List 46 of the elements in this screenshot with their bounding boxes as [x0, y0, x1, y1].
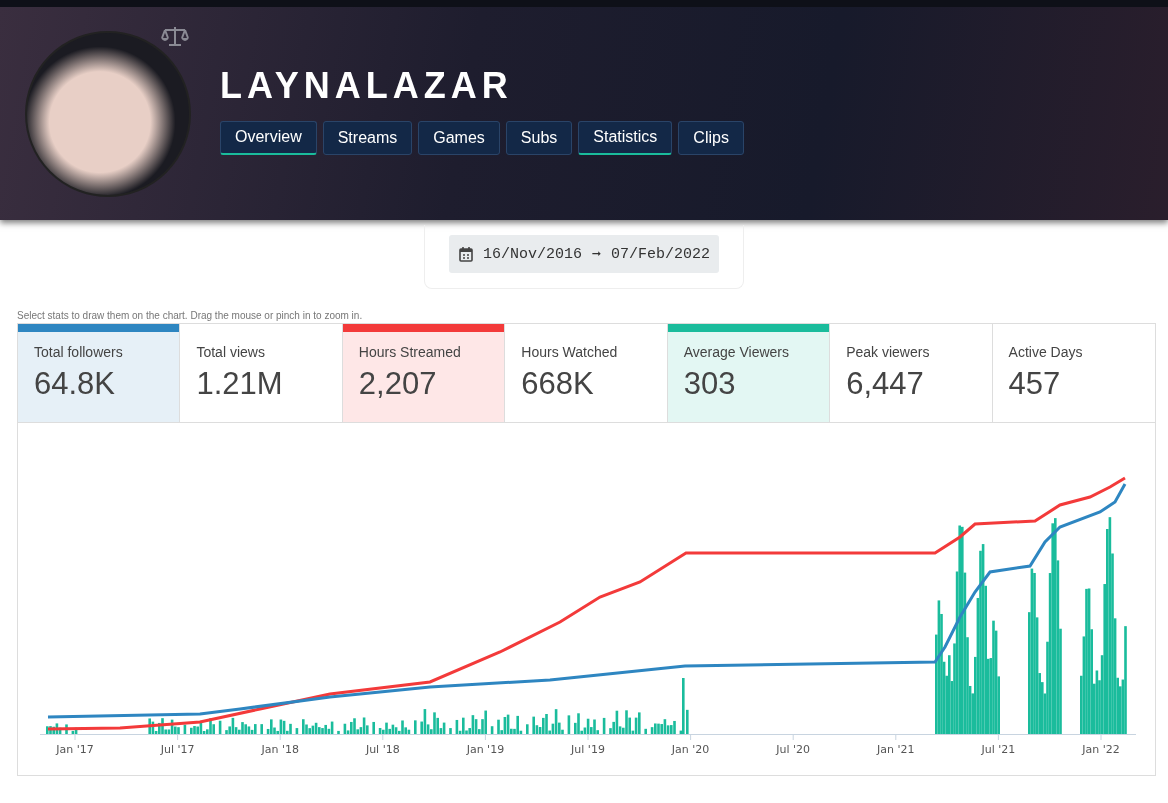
- stat-card[interactable]: Total followers 64.8K: [18, 324, 181, 422]
- x-axis-label: Jan '21: [877, 743, 915, 756]
- stat-card[interactable]: Average Viewers 303: [667, 324, 831, 422]
- x-axis-label: Jul '18: [365, 743, 400, 756]
- stat-value: 668K: [521, 366, 595, 402]
- stat-value: 6,447: [846, 366, 925, 402]
- stat-label: Total followers: [34, 344, 124, 360]
- x-axis-label: Jul '17: [160, 743, 195, 756]
- calendar-icon: [458, 246, 473, 262]
- x-axis-label: Jan '18: [261, 743, 299, 756]
- stat-label: Total views: [196, 344, 266, 360]
- stat-value: 303: [683, 366, 737, 402]
- x-axis-label: Jan '22: [1082, 743, 1120, 756]
- channel-name: LAYNALAZAR: [220, 65, 514, 107]
- nav-tab[interactable]: Streams: [322, 121, 413, 155]
- nav-tab[interactable]: Overview: [220, 121, 317, 155]
- date-range-picker[interactable]: 16/Nov/2016 ➞ 07/Feb/2022: [448, 235, 720, 273]
- scales-icon: [161, 25, 189, 47]
- stat-card[interactable]: Peak viewers 6,447: [830, 324, 993, 422]
- stat-card[interactable]: Hours Streamed 2,207: [342, 324, 506, 422]
- stat-card[interactable]: Total views 1.21M: [180, 324, 343, 422]
- x-axis-label: Jan '20: [671, 743, 710, 756]
- stat-label: Peak viewers: [846, 344, 931, 360]
- stat-label: Average Viewers: [683, 344, 791, 360]
- nav-tab[interactable]: Statistics: [578, 121, 673, 155]
- nav-tab[interactable]: Games: [418, 121, 500, 155]
- x-axis-label: Jul '21: [981, 743, 1016, 756]
- start-date: 16/Nov/2016: [482, 245, 582, 263]
- stat-value: 2,207: [358, 366, 438, 402]
- arrow-glyph: ➞: [592, 245, 601, 264]
- stat-label: Hours Watched: [521, 344, 619, 360]
- stat-value: 64.8K: [34, 366, 116, 402]
- stat-label: Hours Streamed: [358, 344, 462, 360]
- x-axis-label: Jul '19: [571, 743, 605, 756]
- x-axis-label: Jan '19: [466, 743, 505, 756]
- x-axis-label: Jul '20: [776, 743, 811, 756]
- nav-tab[interactable]: Subs: [505, 121, 573, 155]
- nav-tab[interactable]: Clips: [678, 121, 744, 155]
- stat-card[interactable]: Hours Watched 668K: [505, 324, 668, 422]
- stat-label: Active Days: [1008, 344, 1084, 360]
- x-axis-label: Jan '17: [56, 743, 94, 756]
- stat-card[interactable]: Active Days 457: [992, 324, 1155, 422]
- end-date: 07/Feb/2022: [611, 245, 711, 263]
- stat-value: 1.21M: [196, 366, 284, 402]
- stat-value: 457: [1008, 366, 1062, 402]
- chart-hint: Select stats to draw them on the chart. Drag the mouse or pinch in to zoom in.: [17, 310, 364, 321]
